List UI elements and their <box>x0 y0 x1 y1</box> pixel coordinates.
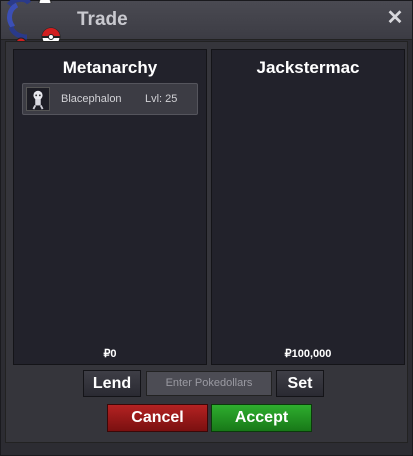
trade-content: Metanarchy Blacephalon Lvl: 25 ₽0 Jackst… <box>5 41 408 443</box>
pokedollars-input[interactable]: Enter Pokedollars <box>146 371 272 396</box>
close-icon[interactable]: ✕ <box>384 7 406 29</box>
right-player-name: Jackstermac <box>256 58 360 77</box>
set-button[interactable]: Set <box>276 370 324 397</box>
pokeball-logo-icon <box>6 0 61 47</box>
left-trade-panel: Metanarchy Blacephalon Lvl: 25 ₽0 <box>13 49 207 365</box>
left-player-name: Metanarchy <box>62 58 158 77</box>
right-money: ₽100,000 <box>284 348 332 360</box>
item-name: Blacephalon <box>61 93 122 105</box>
accept-button[interactable]: Accept <box>211 404 312 432</box>
cancel-button[interactable]: Cancel <box>107 404 208 432</box>
title-bar[interactable]: Trade ✕ <box>1 0 412 47</box>
lend-button[interactable]: Lend <box>83 370 141 397</box>
right-trade-panel: Jackstermac ₽100,000 <box>211 49 405 365</box>
trade-item[interactable]: Blacephalon Lvl: 25 <box>22 83 198 115</box>
blacephalon-sprite-icon <box>26 87 50 111</box>
trade-window: Trade ✕ Metanarchy Blacephalon Lvl: 25 ₽… <box>0 0 413 456</box>
left-money: ₽0 <box>103 348 117 360</box>
item-level: Lvl: 25 <box>145 93 178 105</box>
window-title: Trade <box>77 9 128 30</box>
